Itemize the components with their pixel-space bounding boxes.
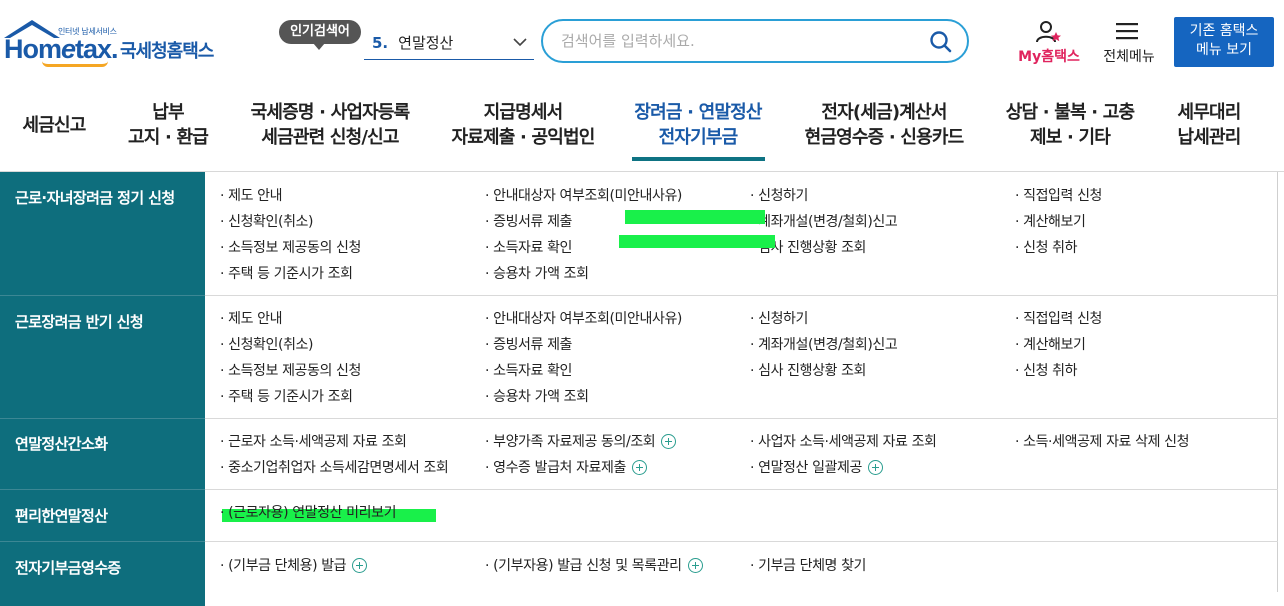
menu-link[interactable]: · 소득정보 제공동의 신청 bbox=[220, 237, 361, 257]
menu-link[interactable]: · 계산해보기 bbox=[1015, 334, 1086, 354]
logo-korean-name: 국세청홈택스 bbox=[120, 41, 214, 62]
menu-link[interactable]: · 사업자 소득·세액공제 자료 조회 bbox=[750, 431, 937, 451]
menu-link[interactable]: · 신청하기 bbox=[750, 308, 808, 328]
menu-link-yearend-preview[interactable]: · (근로자용) 연말정산 미리보기 bbox=[220, 502, 396, 522]
menu-link-with-submenu[interactable]: · (기부자용) 발급 신청 및 목록관리 bbox=[485, 555, 703, 575]
section-title[interactable]: 근로·자녀장려금 정기 신청 bbox=[15, 187, 175, 208]
gnb-active-underline bbox=[632, 157, 765, 161]
menu-link[interactable]: · 제도 안내 bbox=[220, 185, 282, 205]
plus-circle-icon[interactable] bbox=[687, 557, 703, 573]
menu-link[interactable]: · 근로자 소득·세액공제 자료 조회 bbox=[220, 431, 407, 451]
section-earned-child-incentive-regular: 근로·자녀장려금 정기 신청 · 제도 안내 · 신청확인(취소) · 소득정보… bbox=[0, 172, 1278, 295]
menu-link[interactable]: · 소득·세액공제 자료 삭제 신청 bbox=[1015, 431, 1189, 451]
section-earned-incentive-half-year: 근로장려금 반기 신청 · 제도 안내 · 신청확인(취소) · 소득정보 제공… bbox=[0, 296, 1278, 418]
old-hometax-line1: 기존 홈택스 bbox=[1189, 23, 1259, 39]
popular-search-select[interactable]: 5. 연말정산 bbox=[364, 26, 534, 60]
hamburger-menu-icon bbox=[1116, 23, 1138, 40]
popular-search-rank: 5. bbox=[372, 33, 389, 52]
menu-link[interactable]: · 제도 안내 bbox=[220, 308, 282, 328]
myhometax-button[interactable]: My홈택스 bbox=[1012, 20, 1086, 66]
menu-link[interactable]: · 소득자료 확인 bbox=[485, 360, 572, 380]
section-title[interactable]: 전자기부금영수증 bbox=[15, 557, 121, 578]
gnb-tax-agent[interactable]: 세무대리 납세관리 bbox=[1168, 100, 1250, 162]
user-star-icon bbox=[1036, 21, 1061, 43]
menu-link[interactable]: · 신청확인(취소) bbox=[220, 211, 314, 231]
gnb-electronic-invoice[interactable]: 전자(세금)계산서 현금영수증 · 신용카드 bbox=[796, 100, 972, 162]
gnb-payment[interactable]: 납부 고지 · 환급 bbox=[118, 100, 218, 162]
section-yearend-simplified: 연말정산간소화 · 근로자 소득·세액공제 자료 조회 · 중소기업취업자 소득… bbox=[0, 419, 1278, 489]
menu-link[interactable]: · 증빙서류 제출 bbox=[485, 211, 572, 231]
gnb-consultation-appeal[interactable]: 상담 · 불복 · 고충 제보 · 기타 bbox=[994, 100, 1146, 162]
all-menu-label: 전체메뉴 bbox=[1103, 49, 1155, 65]
menu-link[interactable]: · 계좌개설(변경/철회)신고 bbox=[750, 211, 898, 231]
header: 인터넷 납세서비스 Hometax. 국세청홈택스 인기검색어 5. 연말정산 … bbox=[0, 0, 1284, 84]
plus-circle-icon[interactable] bbox=[868, 459, 883, 475]
gnb-tax-report[interactable]: 세금신고 bbox=[14, 100, 94, 162]
highlight-marker-gnb-line1 bbox=[625, 210, 765, 224]
menu-link[interactable]: · 증빙서류 제출 bbox=[485, 334, 572, 354]
menu-link[interactable]: · 소득자료 확인 bbox=[485, 237, 572, 257]
myhometax-label: My홈택스 bbox=[1018, 49, 1080, 65]
search-input[interactable] bbox=[561, 30, 921, 52]
chevron-down-icon bbox=[513, 38, 527, 47]
section-title[interactable]: 연말정산간소화 bbox=[15, 433, 108, 454]
menu-link[interactable]: · 신청확인(취소) bbox=[220, 334, 314, 354]
menu-link-with-submenu[interactable]: · 영수증 발급처 자료제출 bbox=[485, 457, 648, 477]
highlight-marker-gnb-line2 bbox=[619, 235, 775, 248]
menu-link[interactable]: · 계산해보기 bbox=[1015, 211, 1086, 231]
menu-link[interactable]: · 신청 취하 bbox=[1015, 360, 1077, 380]
menu-link[interactable]: · 주택 등 기준시가 조회 bbox=[220, 263, 353, 283]
menu-link[interactable]: · 안내대상자 여부조회(미안내사유) bbox=[485, 308, 682, 328]
section-convenient-yearend: 편리한연말정산 · (근로자용) 연말정산 미리보기 bbox=[0, 490, 1278, 541]
section-title[interactable]: 편리한연말정산 bbox=[15, 505, 108, 526]
section-title[interactable]: 근로장려금 반기 신청 bbox=[15, 311, 144, 332]
menu-link-with-submenu[interactable]: · (기부금 단체용) 발급 bbox=[220, 555, 368, 575]
menu-link[interactable]: · 기부금 단체명 찾기 bbox=[750, 555, 866, 575]
plus-circle-icon[interactable] bbox=[352, 557, 368, 573]
menu-link[interactable]: · 안내대상자 여부조회(미안내사유) bbox=[485, 185, 682, 205]
plus-circle-icon[interactable] bbox=[632, 459, 648, 475]
all-menu-button[interactable]: 전체메뉴 bbox=[1096, 20, 1162, 66]
menu-link[interactable]: · 소득정보 제공동의 신청 bbox=[220, 360, 361, 380]
menu-link[interactable]: · 신청 취하 bbox=[1015, 237, 1077, 257]
logo-swoosh bbox=[42, 61, 108, 67]
menu-link[interactable]: · 신청하기 bbox=[750, 185, 808, 205]
gnb-certificate-registration[interactable]: 국세증명 · 사업자등록 세금관련 신청/신고 bbox=[240, 100, 420, 162]
menu-link[interactable]: · 중소기업취업자 소득세감면명세서 조회 bbox=[220, 457, 449, 477]
menu-link[interactable]: · 주택 등 기준시가 조회 bbox=[220, 386, 353, 406]
menu-link[interactable]: · 승용차 가액 조회 bbox=[485, 386, 589, 406]
menu-link-with-submenu[interactable]: · 연말정산 일괄제공 bbox=[750, 457, 883, 477]
section-electronic-donation-receipt: 전자기부금영수증 · (기부금 단체용) 발급 · (기부자용) 발급 신청 및… bbox=[0, 542, 1278, 606]
popular-search-badge: 인기검색어 bbox=[279, 20, 361, 50]
menu-link[interactable]: · 계좌개설(변경/철회)신고 bbox=[750, 334, 898, 354]
hometax-logo[interactable]: 인터넷 납세서비스 Hometax. 국세청홈택스 bbox=[2, 18, 217, 70]
menu-link[interactable]: · 승용차 가액 조회 bbox=[485, 263, 589, 283]
menu-link[interactable]: · 직접입력 신청 bbox=[1015, 308, 1102, 328]
plus-circle-icon[interactable] bbox=[661, 433, 677, 449]
main-navigation: 세금신고 납부 고지 · 환급 국세증명 · 사업자등록 세금관련 신청/신고 … bbox=[0, 100, 1284, 248]
menu-link[interactable]: · 심사 진행상황 조회 bbox=[750, 360, 866, 380]
gnb-payment-statement[interactable]: 지급명세서 자료제출 · 공익법인 bbox=[442, 100, 604, 162]
search-box bbox=[541, 19, 969, 63]
gnb-incentive-yearend-settlement[interactable]: 장려금 · 연말정산 전자기부금 bbox=[622, 100, 774, 162]
old-hometax-menu-button[interactable]: 기존 홈택스 메뉴 보기 bbox=[1174, 17, 1274, 67]
popular-search-term: 연말정산 bbox=[398, 34, 454, 52]
old-hometax-line2: 메뉴 보기 bbox=[1196, 42, 1252, 58]
menu-link-with-submenu[interactable]: · 부양가족 자료제공 동의/조회 bbox=[485, 431, 677, 451]
menu-link[interactable]: · 직접입력 신청 bbox=[1015, 185, 1102, 205]
search-icon[interactable] bbox=[929, 30, 953, 54]
